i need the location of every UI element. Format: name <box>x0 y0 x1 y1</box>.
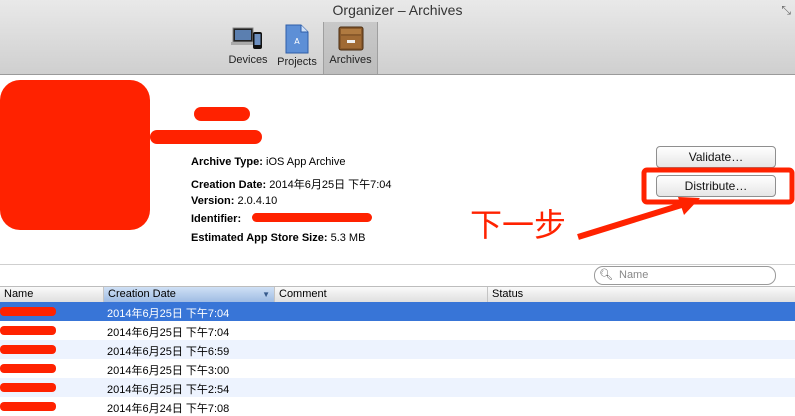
size-label: Estimated App Store Size: <box>191 232 328 244</box>
version-label: Version: <box>191 195 235 207</box>
annotation-next-step-text: 下一步 <box>470 206 567 244</box>
redacted-archive-name <box>0 364 56 373</box>
annotation-arrow-head <box>678 197 700 215</box>
archives-icon <box>338 26 363 51</box>
search-icon: 🔍︎ <box>599 269 613 281</box>
redacted-identifier <box>252 213 372 222</box>
window-toolbar: Organizer – Archives ⤡ Devices A Project… <box>0 0 795 75</box>
redacted-app-subtitle <box>194 107 250 121</box>
table-row[interactable]: 2014年6月25日 下午7:04 <box>0 302 795 321</box>
row-creation-date: 2014年6月25日 下午2:54 <box>107 384 230 396</box>
creation-date-line: Creation Date: 2014年6月25日 下午7:04 <box>191 176 392 192</box>
toolbar-archives[interactable]: Archives <box>323 22 378 74</box>
redacted-app-name <box>150 130 262 144</box>
identifier-line: Identifier: <box>191 213 241 225</box>
redacted-archive-name <box>0 326 56 335</box>
column-header-creation-date-label: Creation Date <box>108 288 176 300</box>
annotation-arrow-line <box>577 200 689 240</box>
creation-date-label: Creation Date: <box>191 179 267 191</box>
annotation-highlight-box <box>641 167 795 205</box>
table-row[interactable]: 2014年6月25日 下午3:00 <box>0 359 795 378</box>
table-row[interactable]: 2014年6月25日 下午2:54 <box>0 378 795 397</box>
row-creation-date: 2014年6月25日 下午3:00 <box>107 365 230 377</box>
fullscreen-icon[interactable]: ⤡ <box>781 3 791 18</box>
column-header-name[interactable]: Name <box>0 287 104 302</box>
search-placeholder: Name <box>619 269 649 281</box>
window-title: Organizer – Archives <box>332 2 463 18</box>
row-creation-date: 2014年6月24日 下午7:08 <box>107 403 230 415</box>
svg-text:A: A <box>294 37 300 46</box>
redacted-app-icon <box>0 80 150 230</box>
row-creation-date: 2014年6月25日 下午7:04 <box>107 308 230 320</box>
table-row[interactable]: 2014年6月24日 下午7:08 <box>0 397 795 416</box>
archive-table-header: Name Creation Date ▼ Comment Status <box>0 286 795 303</box>
redacted-archive-name <box>0 307 56 316</box>
archive-type-line: Archive Type: iOS App Archive <box>191 156 346 168</box>
toolbar-devices-label: Devices <box>228 54 268 66</box>
version-line: Version: 2.0.4.10 <box>191 195 277 207</box>
column-header-status[interactable]: Status <box>488 287 795 302</box>
redacted-archive-name <box>0 402 56 411</box>
toolbar-projects[interactable]: A Projects <box>274 22 320 74</box>
size-value: 5.3 MB <box>330 232 366 244</box>
table-row[interactable]: 2014年6月25日 下午6:59 <box>0 340 795 359</box>
size-line: Estimated App Store Size: 5.3 MB <box>191 232 365 244</box>
archive-type-label: Archive Type: <box>191 156 263 168</box>
row-creation-date: 2014年6月25日 下午7:04 <box>107 327 230 339</box>
toolbar-devices[interactable]: Devices <box>226 22 270 74</box>
column-header-comment[interactable]: Comment <box>275 287 488 302</box>
identifier-label: Identifier: <box>191 213 242 225</box>
column-header-creation-date[interactable]: Creation Date ▼ <box>104 287 275 302</box>
redacted-archive-name <box>0 383 56 392</box>
version-value: 2.0.4.10 <box>237 195 278 207</box>
toolbar-archives-label: Archives <box>329 54 372 66</box>
search-field[interactable]: 🔍︎ Name <box>594 266 776 285</box>
row-creation-date: 2014年6月25日 下午6:59 <box>107 346 230 358</box>
redacted-archive-name <box>0 345 56 354</box>
toolbar-projects-label: Projects <box>277 56 317 68</box>
table-row[interactable]: 2014年6月25日 下午7:04 <box>0 321 795 340</box>
annotation-overlay <box>577 167 795 240</box>
projects-icon: A <box>285 24 309 54</box>
creation-date-value: 2014年6月25日 下午7:04 <box>269 179 392 191</box>
archive-type-value: iOS App Archive <box>266 156 346 168</box>
sort-descending-icon: ▼ <box>262 290 270 299</box>
devices-icon <box>231 27 262 49</box>
